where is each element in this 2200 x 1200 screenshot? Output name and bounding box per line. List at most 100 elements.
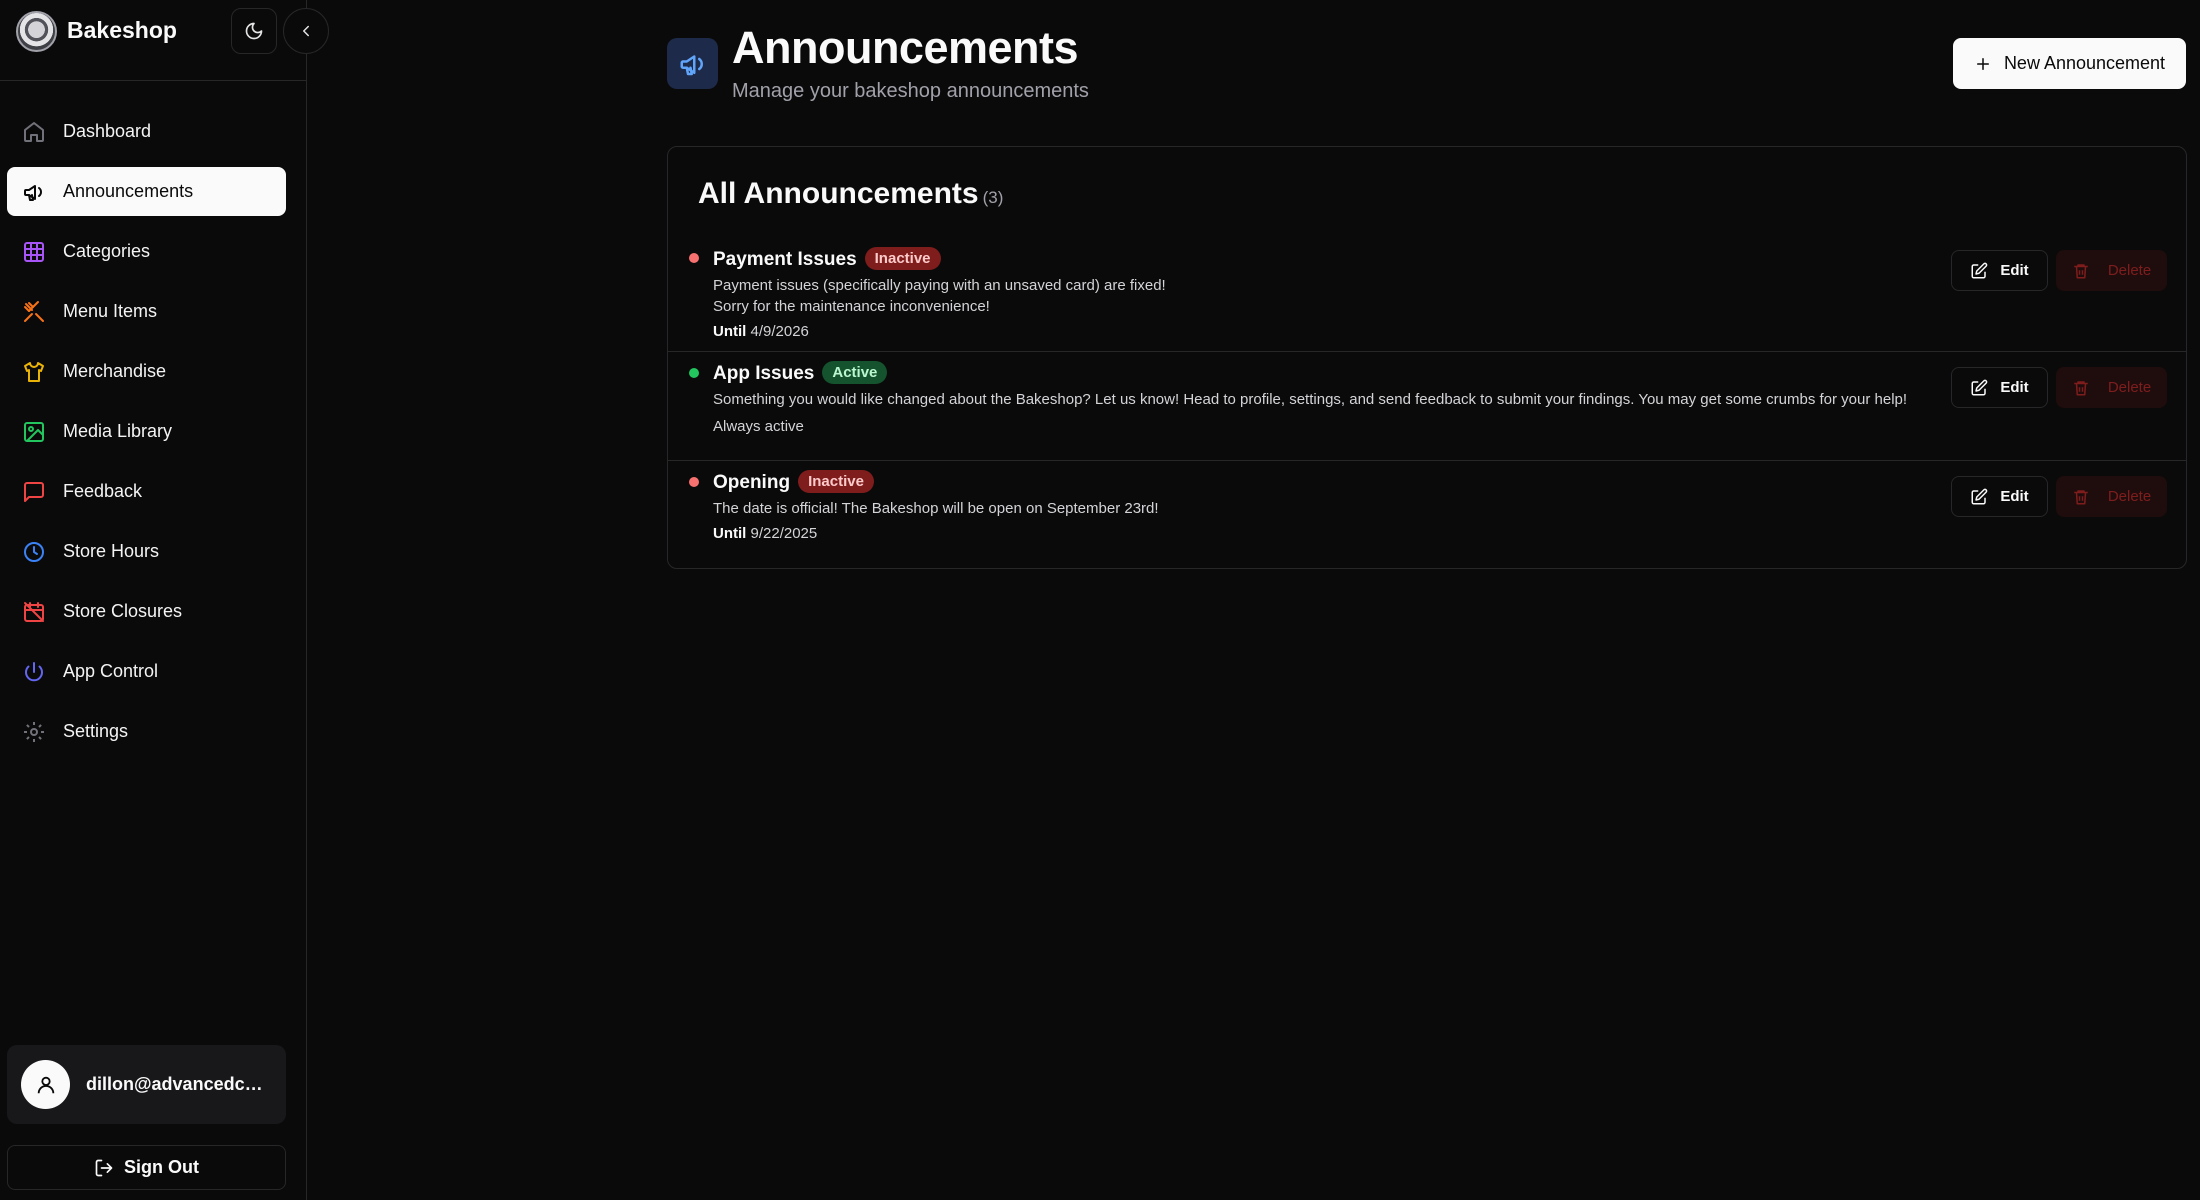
brand-name: Bakeshop — [67, 17, 177, 43]
sidebar-item-label: Merchandise — [63, 361, 167, 381]
sidebar-item-label: Settings — [63, 721, 129, 741]
moon-icon — [245, 22, 263, 40]
announcement-body: Something you would like changed about t… — [713, 389, 1907, 410]
sidebar-item-label: Categories — [63, 241, 151, 261]
clock-icon — [21, 539, 47, 565]
bakeshop-logo — [16, 11, 57, 52]
new-announcement-button[interactable]: New Announcement — [1953, 38, 2186, 89]
sidebar-item-label: Menu Items — [63, 301, 158, 321]
announcement-body: Payment issues (specifically paying with… — [713, 275, 1166, 317]
sidebar-item-label: Store Hours — [63, 541, 160, 561]
sidebar-item-label: App Control — [63, 661, 159, 681]
card-title: All Announcements (3) — [698, 177, 1003, 211]
status-badge: Active — [822, 361, 888, 384]
announcement-title-text: Payment Issues — [713, 249, 857, 270]
sidebar-item-label: Media Library — [63, 421, 173, 441]
trash-icon — [2074, 489, 2088, 504]
collapse-sidebar-button[interactable] — [283, 8, 329, 54]
megaphone-icon — [21, 179, 47, 205]
sidebar-item-store-hours[interactable]: Store Hours — [7, 527, 286, 576]
user-email: dillon@advancedcsll... — [86, 1074, 271, 1094]
card-title-text: All Announcements — [698, 177, 979, 210]
announcements-card: All Announcements (3) Payment Issues Inact… — [667, 146, 2187, 569]
edit-button[interactable]: Edit — [1951, 476, 2048, 517]
edit-button[interactable]: Edit — [1951, 367, 2048, 408]
message-icon — [21, 479, 47, 505]
image-icon — [21, 419, 47, 445]
sidebar-item-app-control[interactable]: App Control — [7, 647, 286, 696]
announcement-title: Payment Issues Inactive — [713, 247, 941, 271]
sign-out-label: Sign Out — [124, 1157, 199, 1177]
until-label: Until — [713, 525, 747, 542]
home-icon — [21, 119, 47, 145]
sign-out-button[interactable]: Sign Out — [7, 1145, 286, 1190]
user-card[interactable]: dillon@advancedcsll... — [7, 1045, 286, 1124]
plus-icon — [1976, 57, 1989, 70]
status-dot — [689, 477, 699, 487]
new-announcement-label: New Announcement — [2003, 53, 2166, 73]
edit-icon — [1971, 262, 1988, 278]
until-date: 4/9/2026 — [750, 323, 809, 340]
sidebar-item-label: Feedback — [63, 481, 143, 501]
announcement-row: App Issues Active Something you would lik… — [668, 352, 2186, 461]
delete-label: Delete — [2107, 262, 2152, 279]
sidebar-item-media-library[interactable]: Media Library — [7, 407, 286, 456]
status-dot — [689, 368, 699, 378]
announcement-body: The date is official! The Bakeshop will … — [713, 498, 1159, 519]
announcement-body-line: Something you would like changed about t… — [713, 391, 1908, 408]
announcement-body-line: Sorry for the maintenance inconvenience! — [713, 298, 990, 315]
sidebar-item-announcements[interactable]: Announcements — [7, 167, 286, 216]
utensils-icon — [21, 299, 47, 325]
sidebar-nav: Dashboard Announcements Categories Menu … — [7, 107, 286, 767]
trash-icon — [2074, 263, 2088, 278]
sidebar-item-store-closures[interactable]: Store Closures — [7, 587, 286, 636]
announcement-title: App Issues Active — [713, 361, 888, 385]
edit-button[interactable]: Edit — [1951, 250, 2048, 291]
status-dot — [689, 253, 699, 263]
page-subtitle: Manage your bakeshop announcements — [732, 80, 1089, 102]
sidebar-header: Bakeshop — [0, 0, 329, 81]
edit-icon — [1971, 488, 1988, 504]
status-badge: Inactive — [864, 247, 941, 270]
trash-icon — [2074, 380, 2088, 395]
sidebar-item-feedback[interactable]: Feedback — [7, 467, 286, 516]
announcement-title-text: Opening — [713, 472, 791, 493]
page-megaphone-icon — [667, 38, 718, 89]
avatar — [21, 1060, 70, 1109]
until-date: 9/22/2025 — [750, 525, 818, 542]
sidebar-item-label: Dashboard — [63, 121, 152, 141]
sidebar: Bakeshop Dashboard Announcements Categor… — [0, 0, 329, 1200]
sidebar-item-merchandise[interactable]: Merchandise — [7, 347, 286, 396]
delete-button[interactable]: Delete — [2056, 476, 2167, 517]
power-icon — [21, 659, 47, 685]
delete-button[interactable]: Delete — [2056, 250, 2167, 291]
grid-icon — [21, 239, 47, 265]
user-icon — [37, 1076, 54, 1093]
sidebar-item-label: Announcements — [63, 181, 194, 201]
edit-label: Edit — [2000, 488, 2029, 505]
status-badge: Inactive — [798, 470, 874, 493]
sidebar-item-dashboard[interactable]: Dashboard — [7, 107, 286, 156]
sidebar-item-menu-items[interactable]: Menu Items — [7, 287, 286, 336]
edit-label: Edit — [2000, 262, 2029, 279]
chevron-left-icon — [303, 25, 309, 37]
sidebar-item-categories[interactable]: Categories — [7, 227, 286, 276]
announcement-row: Payment Issues Inactive Payment issues (s… — [668, 237, 2186, 352]
theme-toggle-button[interactable] — [231, 8, 277, 54]
announcement-title: Opening Inactive — [713, 470, 874, 494]
announcement-body-line: The date is official! The Bakeshop will … — [713, 500, 1159, 517]
gear-icon — [21, 719, 47, 745]
logout-icon — [95, 1159, 113, 1176]
announcement-title-text: App Issues — [713, 363, 815, 384]
delete-button[interactable]: Delete — [2056, 367, 2167, 408]
announcement-count: (3) — [982, 188, 1004, 207]
shirt-icon — [21, 359, 47, 385]
delete-label: Delete — [2107, 379, 2152, 396]
until-label: Until — [713, 323, 747, 340]
delete-label: Delete — [2107, 488, 2152, 505]
edit-label: Edit — [2000, 379, 2029, 396]
calendar-off-icon — [21, 599, 47, 625]
announcement-body-line: Payment issues (specifically paying with… — [713, 277, 1166, 294]
sidebar-item-settings[interactable]: Settings — [7, 707, 286, 756]
announcement-until: Until 4/9/2026 — [713, 323, 809, 340]
